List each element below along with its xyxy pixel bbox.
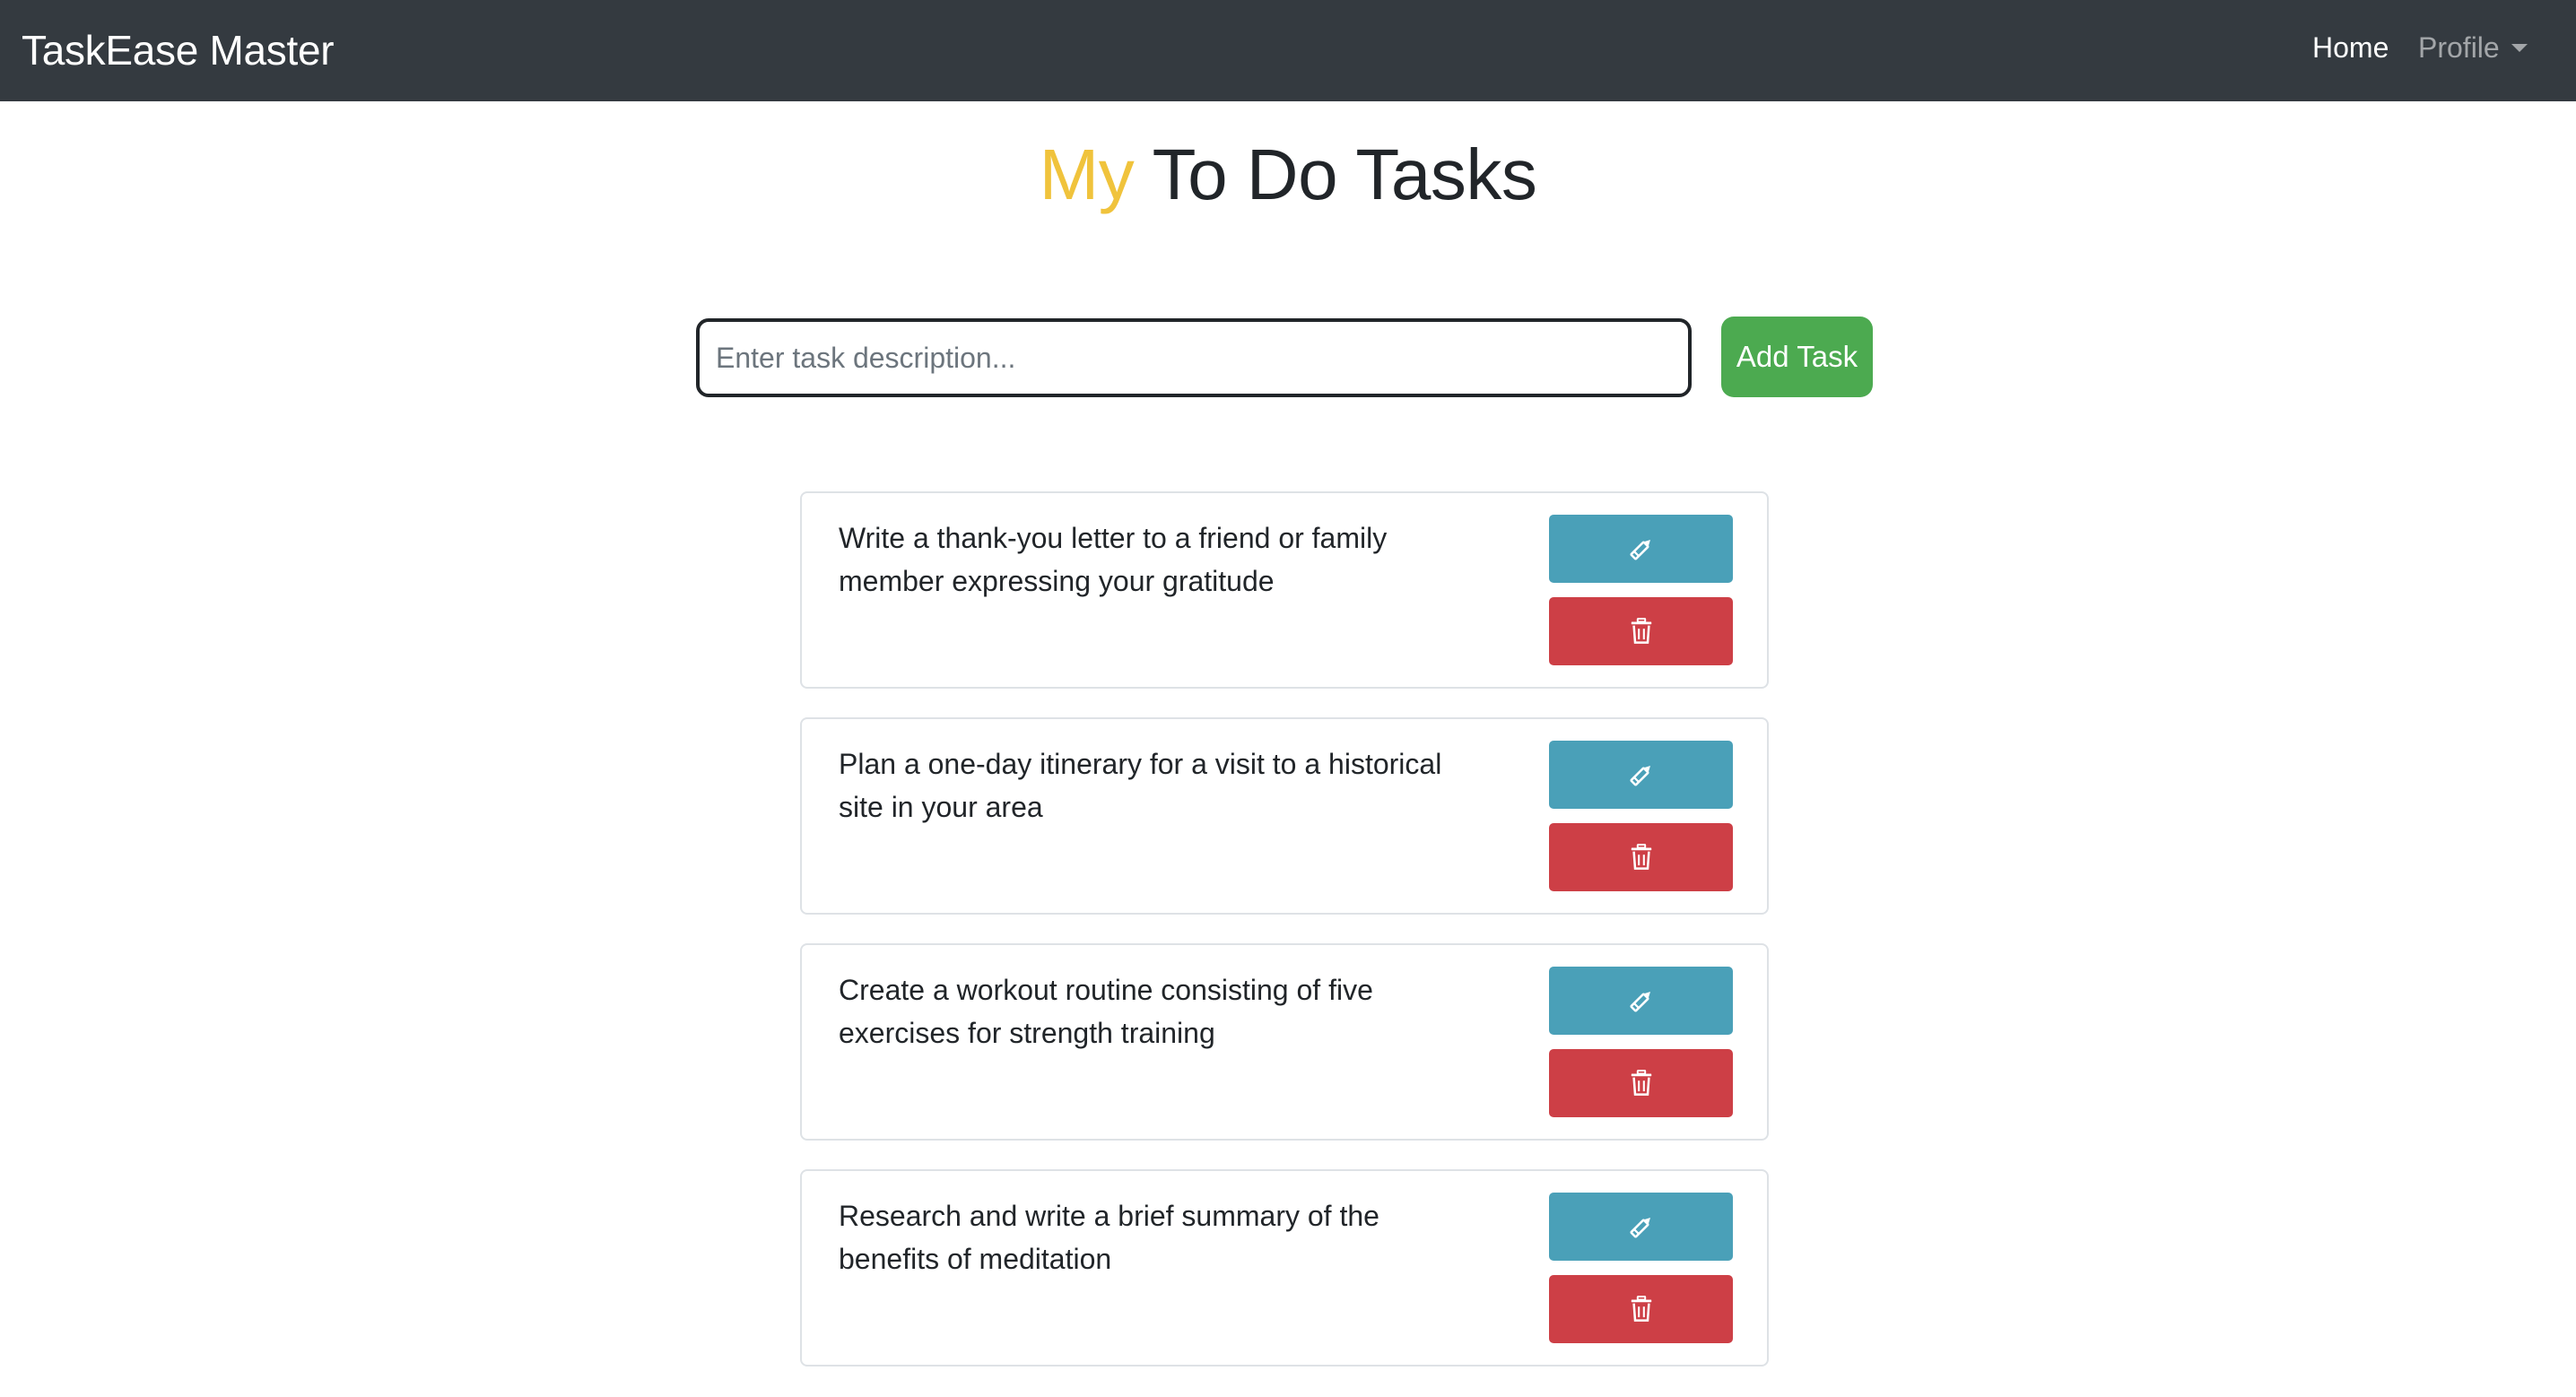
page-title-rest: To Do Tasks xyxy=(1134,134,1537,214)
delete-task-button[interactable] xyxy=(1549,597,1733,665)
trash-icon xyxy=(1629,843,1654,872)
task-card: Write a thank-you letter to a friend or … xyxy=(800,491,1769,689)
task-description-input[interactable] xyxy=(696,318,1692,397)
page-title: My To Do Tasks xyxy=(0,130,2576,220)
task-text: Plan a one-day itinerary for a visit to … xyxy=(839,748,1442,823)
pencil-icon xyxy=(1626,534,1657,564)
delete-task-button[interactable] xyxy=(1549,1049,1733,1117)
task-text: Create a workout routine consisting of f… xyxy=(839,974,1373,1049)
edit-task-button[interactable] xyxy=(1549,515,1733,583)
brand-logo[interactable]: TaskEase Master xyxy=(22,0,335,101)
trash-icon xyxy=(1629,1069,1654,1098)
edit-task-button[interactable] xyxy=(1549,741,1733,809)
pencil-icon xyxy=(1626,759,1657,790)
edit-task-button[interactable] xyxy=(1549,967,1733,1035)
task-card: Research and write a brief summary of th… xyxy=(800,1169,1769,1367)
task-text: Research and write a brief summary of th… xyxy=(839,1200,1379,1275)
navbar: TaskEase Master Home Profile xyxy=(0,0,2576,101)
nav-profile-dropdown[interactable]: Profile xyxy=(2418,0,2500,95)
pencil-icon xyxy=(1626,985,1657,1016)
pencil-icon xyxy=(1626,1211,1657,1242)
chevron-down-icon[interactable] xyxy=(2511,44,2528,52)
page-title-accent: My xyxy=(1039,134,1135,214)
task-card: Plan a one-day itinerary for a visit to … xyxy=(800,717,1769,915)
delete-task-button[interactable] xyxy=(1549,1275,1733,1343)
nav-home-link[interactable]: Home xyxy=(2312,0,2389,95)
trash-icon xyxy=(1629,617,1654,646)
task-card: Create a workout routine consisting of f… xyxy=(800,943,1769,1141)
add-task-button[interactable]: Add Task xyxy=(1721,317,1873,397)
trash-icon xyxy=(1629,1295,1654,1323)
delete-task-button[interactable] xyxy=(1549,823,1733,891)
task-text: Write a thank-you letter to a friend or … xyxy=(839,522,1388,597)
edit-task-button[interactable] xyxy=(1549,1193,1733,1261)
